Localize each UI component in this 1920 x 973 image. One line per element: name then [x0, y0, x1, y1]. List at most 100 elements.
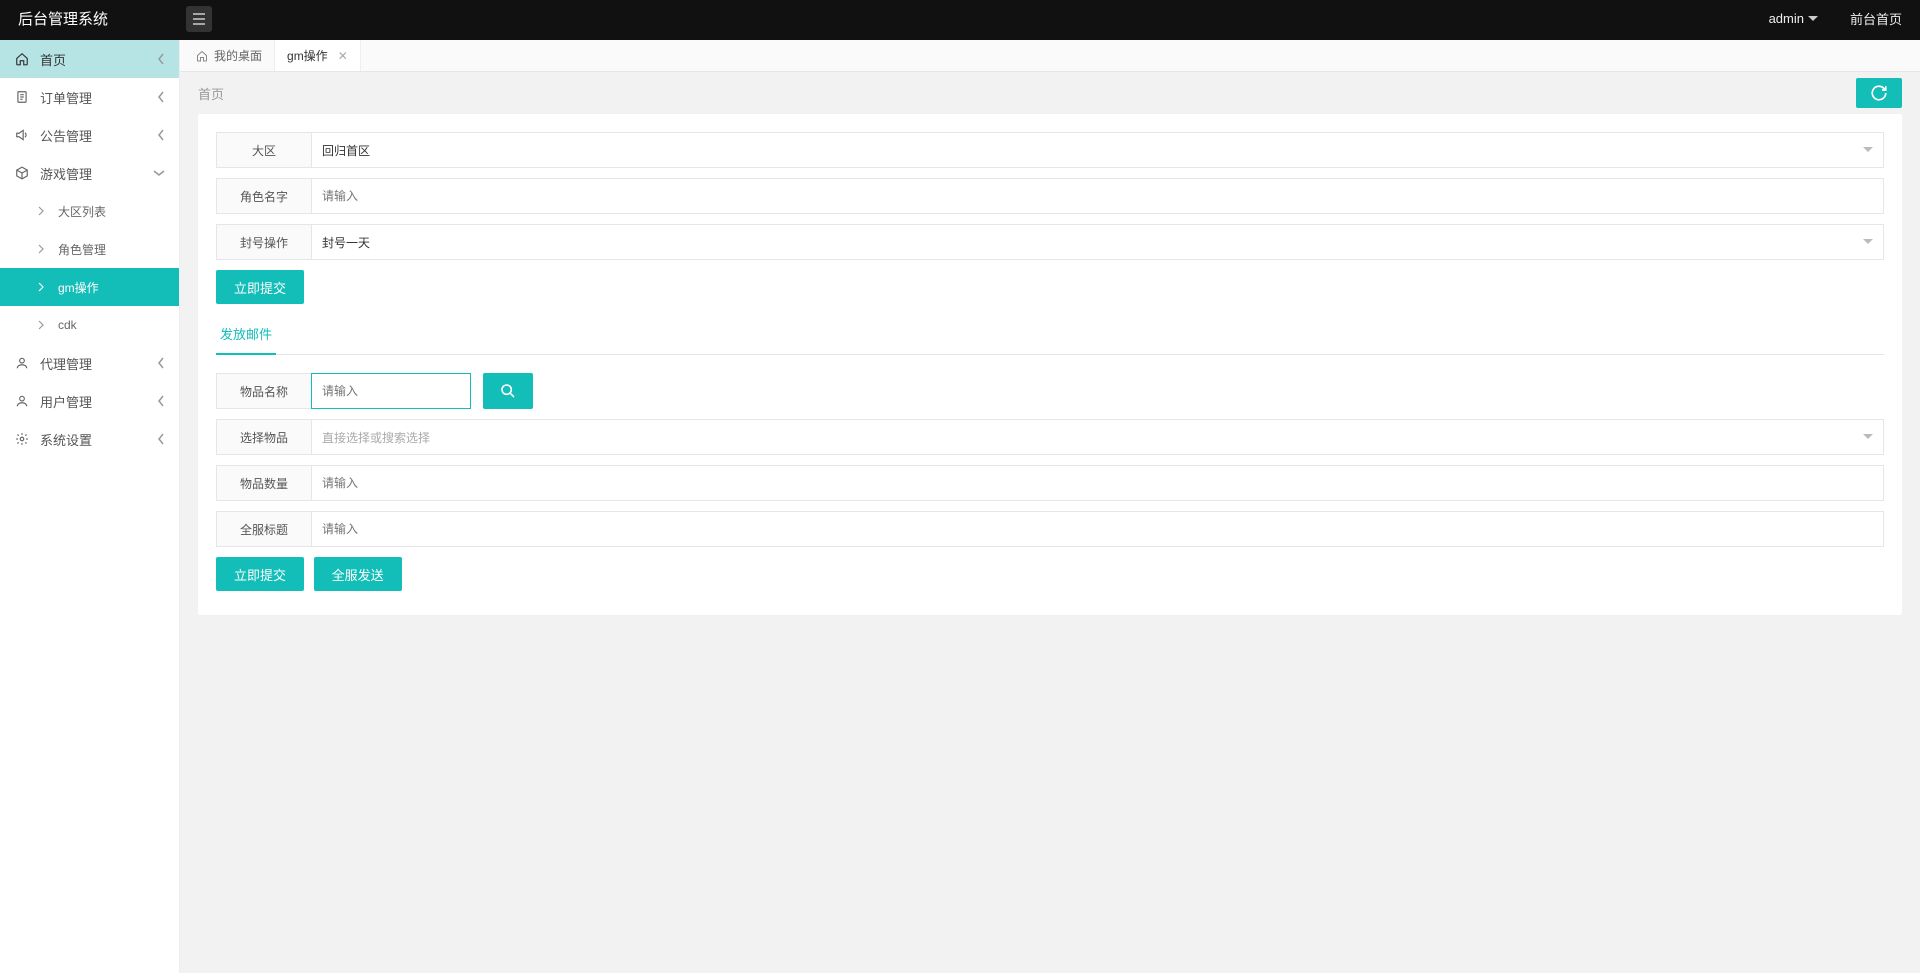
- chevron-left-icon: [157, 395, 165, 407]
- close-icon[interactable]: ✕: [338, 49, 348, 63]
- label-character: 角色名字: [216, 178, 311, 214]
- row-character: 角色名字: [216, 178, 1884, 214]
- refresh-icon: [1870, 84, 1888, 102]
- select-value: 回归首区: [322, 142, 370, 159]
- input-item-name[interactable]: [322, 374, 460, 408]
- input-item-name-wrap: [311, 373, 471, 409]
- select-value: 封号一天: [322, 234, 370, 251]
- front-home-link[interactable]: 前台首页: [1832, 0, 1920, 39]
- label-region: 大区: [216, 132, 311, 168]
- topbar: 后台管理系统 admin 前台首页: [0, 0, 1920, 40]
- user-icon: [14, 394, 30, 408]
- sidebar-subitem-region-list[interactable]: 大区列表: [0, 192, 179, 230]
- input-title[interactable]: [322, 512, 1873, 546]
- caret-down-icon: [1808, 16, 1818, 22]
- chevron-left-icon: [157, 433, 165, 445]
- input-character[interactable]: [322, 179, 1873, 213]
- row-ban: 封号操作 封号一天: [216, 224, 1884, 260]
- breadcrumb: 首页: [198, 84, 224, 103]
- row-select-item: 选择物品 直接选择或搜索选择: [216, 419, 1884, 455]
- user-icon: [14, 356, 30, 370]
- home-icon: [14, 52, 30, 66]
- chevron-down-icon: [153, 169, 165, 177]
- sidebar-item-label: 游戏管理: [40, 164, 92, 183]
- tab-bar: 我的桌面 gm操作 ✕: [180, 40, 1920, 72]
- inner-tab-bar: 发放邮件: [216, 324, 1884, 355]
- submit-button-2[interactable]: 立即提交: [216, 557, 304, 591]
- input-item-qty[interactable]: [322, 466, 1873, 500]
- chevron-left-icon: [157, 357, 165, 369]
- select-placeholder: 直接选择或搜索选择: [322, 429, 430, 446]
- chevron-left-icon: [157, 129, 165, 141]
- sidebar-item-game[interactable]: 游戏管理: [0, 154, 179, 192]
- label-ban: 封号操作: [216, 224, 311, 260]
- row-item-name: 物品名称: [216, 373, 1884, 409]
- caret-down-icon: [1863, 147, 1873, 153]
- sidebar-subitem-cdk[interactable]: cdk: [0, 306, 179, 344]
- search-icon: [500, 383, 516, 399]
- front-home-label: 前台首页: [1850, 9, 1902, 28]
- select-region[interactable]: 回归首区: [311, 132, 1884, 168]
- chevron-right-icon: [38, 320, 50, 330]
- sidebar-item-label: 公告管理: [40, 126, 92, 145]
- label-select-item: 选择物品: [216, 419, 311, 455]
- select-item[interactable]: 直接选择或搜索选择: [311, 419, 1884, 455]
- speaker-icon: [14, 128, 30, 142]
- sidebar-subitem-label: 角色管理: [58, 241, 106, 258]
- label-title: 全服标题: [216, 511, 311, 547]
- caret-down-icon: [1863, 239, 1873, 245]
- sidebar-subitem-label: cdk: [58, 318, 77, 332]
- sidebar-subitem-role-mgmt[interactable]: 角色管理: [0, 230, 179, 268]
- input-item-qty-wrap: [311, 465, 1884, 501]
- select-ban[interactable]: 封号一天: [311, 224, 1884, 260]
- app-title: 后台管理系统: [0, 8, 180, 29]
- sidebar-item-orders[interactable]: 订单管理: [0, 78, 179, 116]
- send-all-button[interactable]: 全服发送: [314, 557, 402, 591]
- tab-desktop[interactable]: 我的桌面: [184, 40, 275, 71]
- menu-icon: [192, 13, 206, 25]
- sidebar-item-label: 首页: [40, 50, 66, 69]
- sidebar-item-user[interactable]: 用户管理: [0, 382, 179, 420]
- tab-send-mail[interactable]: 发放邮件: [216, 324, 276, 355]
- search-button[interactable]: [483, 373, 533, 409]
- sidebar-item-announce[interactable]: 公告管理: [0, 116, 179, 154]
- user-name: admin: [1769, 11, 1804, 26]
- chevron-right-icon: [38, 206, 50, 216]
- chevron-left-icon: [157, 53, 165, 65]
- input-character-wrap: [311, 178, 1884, 214]
- sidebar-item-label: 系统设置: [40, 430, 92, 449]
- input-title-wrap: [311, 511, 1884, 547]
- refresh-button[interactable]: [1856, 78, 1902, 108]
- sidebar-toggle-button[interactable]: [186, 6, 212, 32]
- chevron-left-icon: [157, 91, 165, 103]
- breadcrumb-row: 首页: [180, 72, 1920, 114]
- label-item-qty: 物品数量: [216, 465, 311, 501]
- sidebar-subitem-gm-op[interactable]: gm操作: [0, 268, 179, 306]
- cube-icon: [14, 166, 30, 180]
- row-item-qty: 物品数量: [216, 465, 1884, 501]
- content-card: 大区 回归首区 角色名字 封号操作 封号一天 立即提交 发放邮件: [198, 114, 1902, 615]
- chevron-right-icon: [38, 282, 50, 292]
- row-title: 全服标题: [216, 511, 1884, 547]
- sidebar-item-label: 用户管理: [40, 392, 92, 411]
- tab-label: gm操作: [287, 47, 328, 64]
- tab-label: 我的桌面: [214, 47, 262, 64]
- sidebar-subitem-label: gm操作: [58, 279, 99, 296]
- home-icon: [196, 50, 208, 62]
- user-menu[interactable]: admin: [1755, 0, 1832, 39]
- sidebar: 首页 订单管理 公告管理 游戏管理 大区列表 角色管理 gm操作 cdk 代理管…: [0, 40, 180, 973]
- row-region: 大区 回归首区: [216, 132, 1884, 168]
- sidebar-subitem-label: 大区列表: [58, 203, 106, 220]
- submit-button-1[interactable]: 立即提交: [216, 270, 304, 304]
- gear-icon: [14, 432, 30, 446]
- tab-gm-op[interactable]: gm操作 ✕: [275, 40, 361, 71]
- document-icon: [14, 90, 30, 104]
- sidebar-item-agent[interactable]: 代理管理: [0, 344, 179, 382]
- label-item-name: 物品名称: [216, 373, 311, 409]
- main-area: 我的桌面 gm操作 ✕ 首页 大区 回归首区 角色名字: [180, 40, 1920, 973]
- sidebar-item-home[interactable]: 首页: [0, 40, 179, 78]
- sidebar-item-label: 代理管理: [40, 354, 92, 373]
- chevron-right-icon: [38, 244, 50, 254]
- sidebar-item-label: 订单管理: [40, 88, 92, 107]
- sidebar-item-system[interactable]: 系统设置: [0, 420, 179, 458]
